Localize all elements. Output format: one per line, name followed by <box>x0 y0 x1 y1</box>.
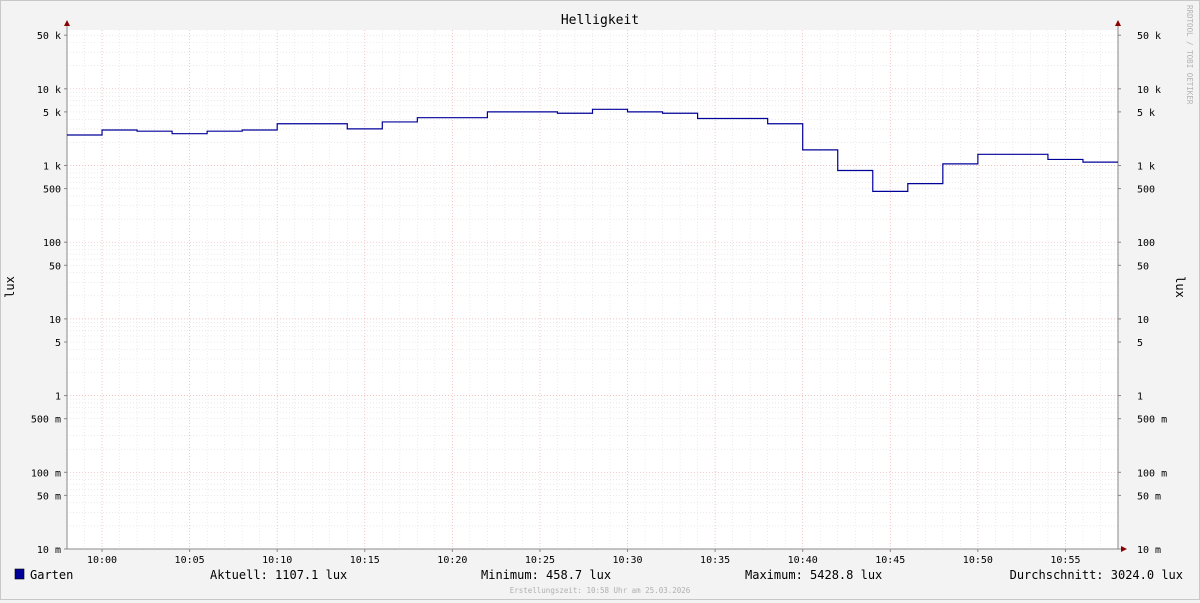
legend-swatch <box>14 568 25 580</box>
y-tick-label-right: 500 <box>1137 185 1155 196</box>
x-tick-label: 10:05 <box>175 555 205 566</box>
x-tick-label: 10:20 <box>437 555 467 566</box>
x-tick-label: 10:30 <box>612 555 642 566</box>
x-tick-label: 10:55 <box>1050 555 1080 566</box>
x-tick-label: 10:10 <box>262 555 292 566</box>
chart-frame: 50 k 50 k 10 k 10 k 5 k 5 k 1 k 1 k 500 500 100 100… <box>0 0 1200 600</box>
y-tick-label-left: 500 m <box>31 415 61 426</box>
watermark: RRDTOOL / TOBI OETIKER <box>1185 5 1194 105</box>
y-tick-label-right: 10 <box>1137 315 1149 326</box>
y-tick-label-left: 10 k <box>37 85 61 96</box>
y-tick-label-left: 5 k <box>43 108 61 119</box>
y-axis-arrow-right <box>1115 20 1121 26</box>
y-tick-label-left: 100 <box>43 238 61 249</box>
x-tick-label: 10:35 <box>700 555 730 566</box>
y-tick-label-left: 500 <box>43 185 61 196</box>
legend-current: Aktuell: 1107.1 lux <box>210 568 347 582</box>
y-tick-label-right: 5 k <box>1137 108 1155 119</box>
y-tick-label-right: 10 m <box>1137 545 1161 556</box>
y-tick-label-left: 1 k <box>43 162 61 173</box>
y-tick-label-right: 5 <box>1137 338 1143 349</box>
x-tick-label: 10:50 <box>963 555 993 566</box>
y-tick-label-left: 10 m <box>37 545 61 556</box>
y-tick-label-right: 50 k <box>1137 31 1161 42</box>
x-tick-label: 10:25 <box>525 555 555 566</box>
legend-average: Durchschnitt: 3024.0 lux <box>1010 568 1183 582</box>
y-tick-label-right: 50 <box>1137 261 1149 272</box>
y-tick-label-left: 5 <box>55 338 61 349</box>
y-tick-label-left: 50 <box>49 261 61 272</box>
x-axis-arrow <box>1121 546 1127 552</box>
legend-maximum: Maximum: 5428.8 lux <box>745 568 882 582</box>
x-tick-label: 10:40 <box>788 555 818 566</box>
y-tick-label-left: 1 <box>55 392 61 403</box>
creation-time: Erstellungszeit: 10:58 Uhr am 25.03.2026 <box>510 586 691 595</box>
y-tick-label-right: 100 <box>1137 238 1155 249</box>
y-tick-label-right: 1 k <box>1137 162 1155 173</box>
y-tick-label-right: 100 m <box>1137 468 1167 479</box>
y-tick-label-left: 50 k <box>37 31 61 42</box>
y-tick-label-left: 100 m <box>31 468 61 479</box>
y-tick-label-right: 10 k <box>1137 85 1161 96</box>
x-tick-label: 10:15 <box>350 555 380 566</box>
y-tick-label-left: 50 m <box>37 491 61 502</box>
legend-minimum: Minimum: 458.7 lux <box>481 568 611 582</box>
y-axis-arrow-left <box>64 20 70 26</box>
y-axis-label-left: lux <box>3 276 17 298</box>
x-tick-label: 10:45 <box>875 555 905 566</box>
chart-svg: 50 k 50 k 10 k 10 k 5 k 5 k 1 k 1 k 500 500 100 100… <box>3 5 1194 595</box>
y-tick-label-right: 500 m <box>1137 415 1167 426</box>
chart-title: Helligkeit <box>561 13 639 28</box>
legend-series-name: Garten <box>30 568 73 582</box>
y-tick-label-right: 50 m <box>1137 491 1161 502</box>
y-tick-label-left: 10 <box>49 315 61 326</box>
x-tick-label: 10:00 <box>87 555 117 566</box>
y-tick-label-right: 1 <box>1137 392 1143 403</box>
y-axis-label-right: lux <box>1173 276 1187 298</box>
